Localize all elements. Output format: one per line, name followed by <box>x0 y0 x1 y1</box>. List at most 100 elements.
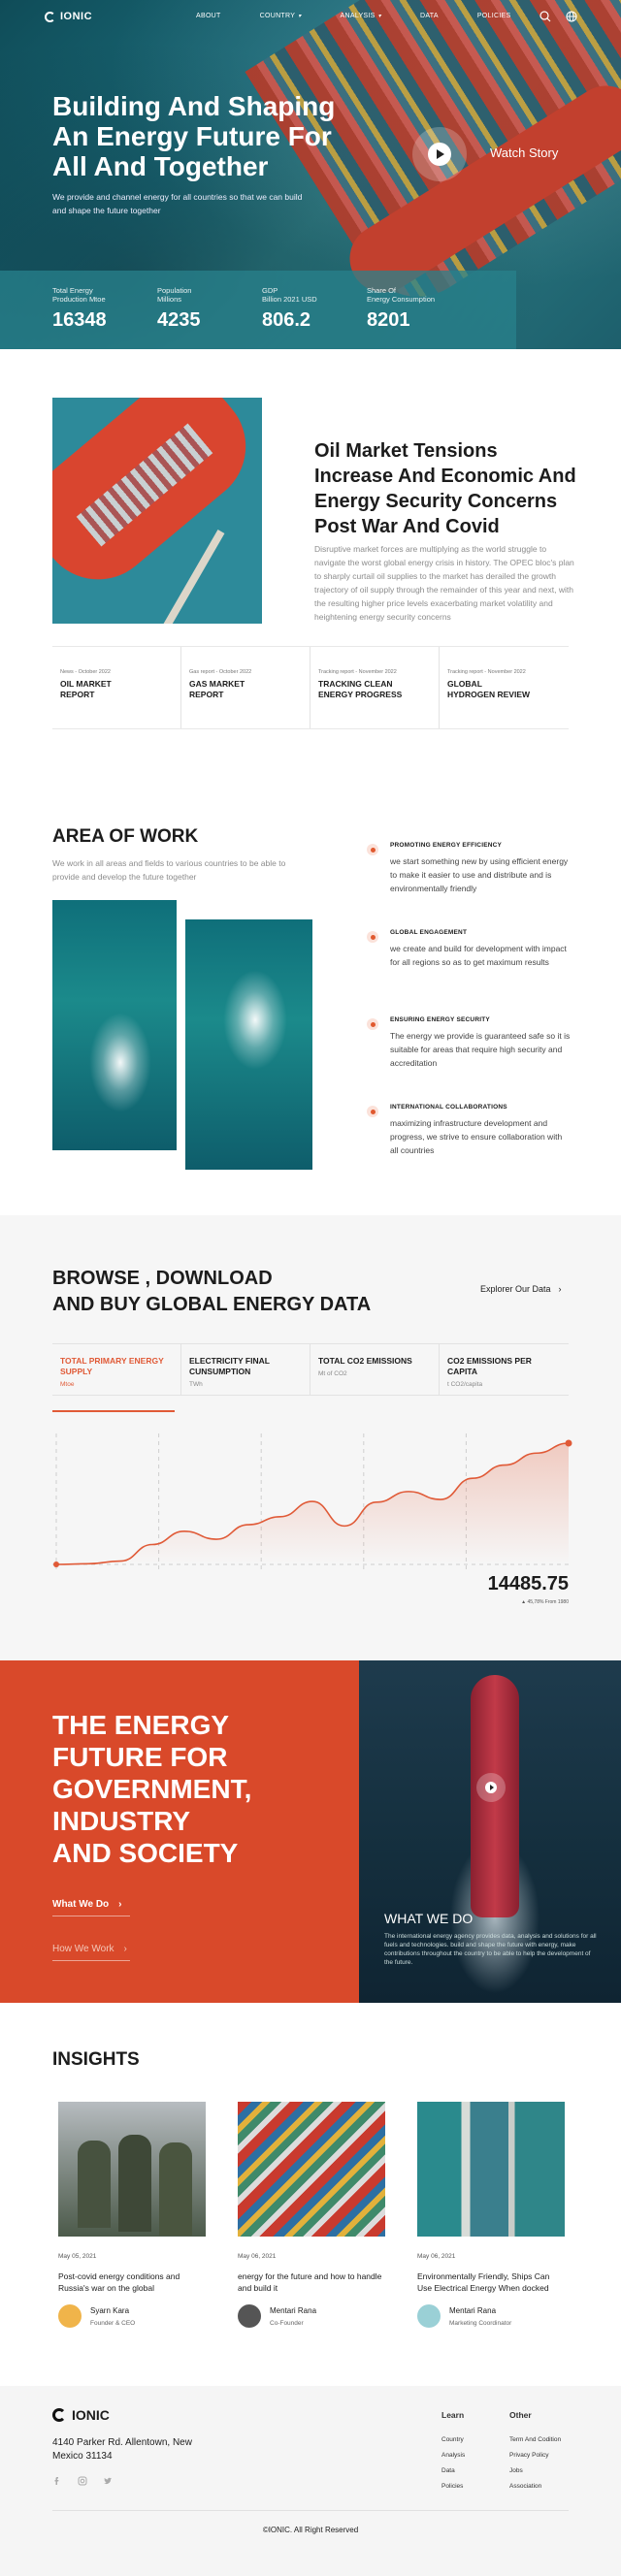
stat-label: Total Energy Production Mtoe <box>52 286 106 304</box>
footer-link-jobs[interactable]: Jobs <box>509 2463 587 2479</box>
author-role: Founder & CEO <box>90 2320 136 2327</box>
insight-image-docked-ships <box>417 2102 565 2237</box>
avatar <box>417 2304 441 2328</box>
author-role: Co-Founder <box>270 2320 304 2327</box>
what-we-do-link[interactable]: What We Do › <box>52 1899 130 1916</box>
footer-column-title: Learn <box>441 2410 465 2420</box>
footer-link-association[interactable]: Association <box>509 2479 587 2495</box>
stats-bar: Total Energy Production Mtoe 16348 Popula… <box>0 271 516 349</box>
nav-item-country[interactable]: COUNTRY ▾ <box>260 13 302 19</box>
insight-title[interactable]: energy for the future and how to handle … <box>238 2270 385 2294</box>
twitter-icon[interactable] <box>103 2476 113 2486</box>
tab-unit: t CO2/capita <box>447 1381 483 1388</box>
area-item-heading: ENSURING ENERGY SECURITY <box>390 1016 490 1023</box>
what-we-do-panel: WHAT WE DO The international energy agen… <box>359 1660 621 2003</box>
area-item: PROMOTING ENERGY EFFICIENCY we start some… <box>367 842 571 929</box>
tab-title: ELECTRICITY FINAL CUNSUMPTION <box>189 1356 270 1376</box>
report-item[interactable]: News - October 2022 OIL MARKET REPORT <box>52 647 181 728</box>
insight-title[interactable]: Post-covid energy conditions and Russia'… <box>58 2270 206 2294</box>
footer-link-analysis[interactable]: Analysis <box>441 2448 519 2463</box>
area-item-text: The energy we provide is guaranteed safe… <box>390 1031 571 1068</box>
nav-item-data[interactable]: DATA <box>420 13 439 19</box>
figure <box>78 2141 111 2228</box>
chart-change-note: ▲ 45,78% From 1980 <box>521 1599 569 1605</box>
area-item: INTERNATIONAL COLLABORATIONS maximizing i… <box>367 1104 571 1191</box>
arrow-right-icon: › <box>123 1944 127 1954</box>
tab-primary-energy[interactable]: TOTAL PRIMARY ENERGY SUPPLY Mtoe <box>52 1344 181 1395</box>
footer-link-privacy[interactable]: Privacy Policy <box>509 2448 587 2463</box>
hero-title: Building And Shaping An Energy Future Fo… <box>52 91 336 181</box>
nav-item-about[interactable]: ABOUT <box>196 13 221 19</box>
footer-link-terms[interactable]: Term And Codition <box>509 2432 587 2448</box>
nav-links: ABOUT COUNTRY ▾ ANALYSIS ▾ DATA POLICIES <box>196 13 550 19</box>
watch-story-play-button[interactable] <box>412 127 467 181</box>
tab-unit: TWh <box>189 1381 203 1388</box>
ship-wake-image-1 <box>52 900 177 1150</box>
insights-title: INSIGHTS <box>52 2049 140 2070</box>
stat-value: 4235 <box>157 309 201 331</box>
area-item-heading: PROMOTING ENERGY EFFICIENCY <box>390 842 503 849</box>
chart-point-end <box>565 1439 572 1447</box>
oil-tanker-image <box>52 398 262 624</box>
report-item[interactable]: Gas report - October 2022 GAS MARKET REPO… <box>181 647 310 728</box>
tab-co2-emissions[interactable]: TOTAL CO2 EMISSIONS Mt of CO2 <box>310 1344 440 1395</box>
nav-item-analysis[interactable]: ANALYSIS ▾ <box>341 13 381 19</box>
tab-title: TOTAL PRIMARY ENERGY SUPPLY <box>60 1356 164 1376</box>
insight-card[interactable]: May 06, 2021 Environmentally Friendly, S… <box>417 2102 565 2330</box>
logo[interactable]: IONIC <box>45 11 92 22</box>
top-nav: IONIC ABOUT COUNTRY ▾ ANALYSIS ▾ DATA POLI… <box>0 0 621 35</box>
author-name: Syarn Kara <box>90 2306 130 2315</box>
author-name: Mentari Rana <box>449 2306 497 2315</box>
what-we-do-text: The international energy agency provides… <box>384 1933 597 1966</box>
chart-point-start <box>53 1562 59 1567</box>
figure <box>159 2142 192 2236</box>
area-item: GLOBAL ENGAGEMENT we create and build for… <box>367 929 571 1016</box>
footer-link-data[interactable]: Data <box>441 2463 519 2479</box>
report-meta: Tracking report - November 2022 <box>447 669 526 675</box>
footer-link-country[interactable]: Country <box>441 2432 519 2448</box>
globe-icon[interactable] <box>565 10 578 23</box>
instagram-icon[interactable] <box>78 2476 87 2486</box>
how-we-work-link[interactable]: How We Work › <box>52 1944 130 1961</box>
tab-electricity[interactable]: ELECTRICITY FINAL CUNSUMPTION TWh <box>181 1344 310 1395</box>
tab-title: CO2 EMISSIONS PER CAPITA <box>447 1356 532 1376</box>
insight-title[interactable]: Environmentally Friendly, Ships Can Use … <box>417 2270 565 2294</box>
ship-wake-image-2 <box>185 919 312 1170</box>
arrow-right-icon: › <box>558 1284 562 1294</box>
footer-link-policies[interactable]: Policies <box>441 2479 519 2495</box>
browse-data-section: BROWSE , DOWNLOAD AND BUY GLOBAL ENERGY … <box>0 1215 621 1660</box>
insight-card[interactable]: May 05, 2021 Post-covid energy condition… <box>58 2102 206 2330</box>
area-item-text: maximizing infrastructure development an… <box>390 1118 563 1155</box>
dot-icon <box>367 1106 378 1117</box>
brand-name: IONIC <box>72 2407 110 2423</box>
tab-unit: Mt of CO2 <box>318 1370 347 1377</box>
what-we-do-title: WHAT WE DO <box>384 1911 474 1926</box>
insight-card[interactable]: May 06, 2021 energy for the future and h… <box>238 2102 385 2330</box>
area-of-work-list: PROMOTING ENERGY EFFICIENCY we start some… <box>367 842 571 1191</box>
explore-data-button[interactable]: Explorer Our Data › <box>480 1284 562 1294</box>
nav-item-policies[interactable]: POLICIES <box>477 13 511 19</box>
browse-title: BROWSE , DOWNLOAD AND BUY GLOBAL ENERGY … <box>52 1268 372 1315</box>
copyright: ©IONIC. All Right Reserved <box>262 2526 359 2534</box>
explore-data-label: Explorer Our Data <box>480 1284 551 1294</box>
report-meta: Tracking report - November 2022 <box>318 669 397 675</box>
footer-address: 4140 Parker Rd. Allentown, New Mexico 31… <box>52 2437 192 2462</box>
facebook-icon[interactable] <box>52 2476 62 2486</box>
search-icon[interactable] <box>539 10 552 23</box>
area-item-text: we create and build for development with… <box>390 944 567 967</box>
video-play-button[interactable] <box>476 1773 506 1802</box>
dot-icon <box>367 1018 378 1030</box>
hero-subtitle: We provide and channel energy for all co… <box>52 192 303 215</box>
insight-image-cargo <box>238 2102 385 2237</box>
footer-logo[interactable]: IONIC <box>52 2407 110 2423</box>
tab-co2-per-capita[interactable]: CO2 EMISSIONS PER CAPITA t CO2/capita <box>440 1344 569 1395</box>
tab-unit: Mtoe <box>60 1381 75 1388</box>
watch-story-link[interactable]: Watch Story <box>490 145 558 160</box>
data-tabs: TOTAL PRIMARY ENERGY SUPPLY Mtoe ELECTRIC… <box>52 1343 569 1396</box>
how-we-work-label: How We Work <box>52 1944 114 1954</box>
author-name: Mentari Rana <box>270 2306 317 2315</box>
report-item[interactable]: Tracking report - November 2022 TRACKING … <box>310 647 440 728</box>
energy-area-chart <box>52 1433 572 1569</box>
wake <box>89 1013 152 1113</box>
report-item[interactable]: Tracking report - November 2022 GLOBAL HY… <box>440 647 569 728</box>
